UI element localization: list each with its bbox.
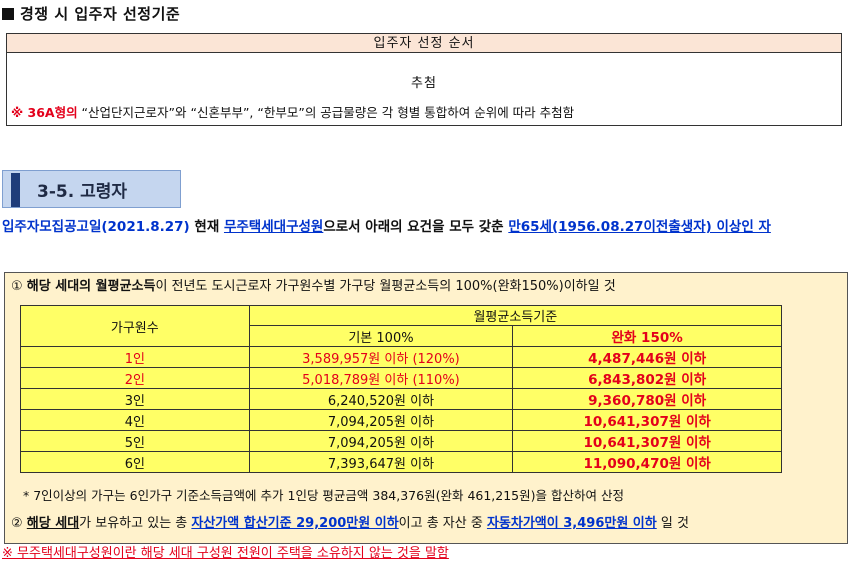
condition-2-prefix: ②	[11, 516, 27, 531]
household-cell: 6인	[20, 451, 250, 473]
condition-2-bold: 해당 세대	[26, 516, 80, 531]
table-row: 3인 6,240,520원 이하 9,360,780원 이하	[20, 388, 782, 410]
square-bullet-icon	[2, 8, 14, 20]
footnote: ※ 무주택세대구성원이란 해당 세대 구성원 전원이 주택을 소유하지 않는 것…	[2, 546, 449, 561]
header-basic: 기본 100%	[248, 325, 514, 347]
relaxed-income-cell: 11,090,470원 이하	[512, 451, 782, 473]
asset-limit: 자산가액 합산기준 29,200만원 이하	[191, 516, 399, 531]
conditions-box: ① 해당 세대의 월평균소득이 전년도 도시근로자 가구원수별 가구당 월평균소…	[4, 272, 848, 544]
table-row: 4인 7,094,205원 이하 10,641,307원 이하	[20, 409, 782, 431]
household-cell: 3인	[20, 388, 250, 410]
homeless-household-link: 무주택세대구성원	[223, 219, 324, 235]
household-cell: 5인	[20, 430, 250, 452]
section-tab: 3-5. 고령자	[2, 170, 181, 208]
basic-income-cell: 3,589,957원 이하 (120%)	[248, 346, 514, 368]
basic-income-cell: 6,240,520원 이하	[248, 388, 514, 410]
selection-order-header: 입주자 선정 순서	[7, 34, 841, 53]
selection-order-box: 입주자 선정 순서 추첨 ※ 36A형의 “산업단지근로자”와 “신혼부부”, …	[6, 33, 842, 126]
income-table: 가구원수 월평균소득기준 기본 100% 완화 150% 1인 3,589,957…	[20, 305, 783, 473]
condition-2-text-1: 가 보유하고 있는 총	[79, 516, 192, 531]
basic-income-cell: 5,018,789원 이하 (110%)	[248, 367, 514, 389]
header-household: 가구원수	[20, 305, 250, 347]
eligibility-text-1: 현재	[189, 219, 224, 235]
note-7-plus: * 7인이상의 가구는 6인가구 기준소득금액에 추가 1인당 평균금액 384…	[23, 488, 624, 503]
section-title: 3-5. 고령자	[37, 182, 128, 202]
announcement-date: 입주자모집공고일(2021.8.27)	[2, 219, 190, 235]
table-header-row: 가구원수 월평균소득기준	[20, 305, 783, 347]
table-row: 1인 3,589,957원 이하 (120%) 4,487,446원 이하	[20, 346, 782, 368]
condition-1: ① 해당 세대의 월평균소득이 전년도 도시근로자 가구원수별 가구당 월평균소…	[11, 275, 616, 294]
note-text: “산업단지근로자”와 “신혼부부”, “한부모”의 공급물량은 각 형별 통합하…	[77, 105, 575, 120]
table-row: 2인 5,018,789원 이하 (110%) 6,843,802원 이하	[20, 367, 782, 389]
condition-1-prefix: ①	[11, 279, 27, 294]
header-relaxed: 완화 150%	[512, 325, 782, 347]
household-cell: 4인	[20, 409, 250, 431]
section-heading: 경쟁 시 입주자 선정기준	[2, 3, 180, 24]
basic-income-cell: 7,094,205원 이하	[248, 430, 514, 452]
relaxed-income-cell: 4,487,446원 이하	[512, 346, 782, 368]
car-value-limit: 자동차가액이 3,496만원 이하	[486, 516, 657, 531]
table-row: 6인 7,393,647원 이하 11,090,470원 이하	[20, 451, 782, 473]
relaxed-income-cell: 10,641,307원 이하	[512, 409, 782, 431]
eligibility-text: 입주자모집공고일(2021.8.27) 현재 무주택세대구성원으로서 아래의 요…	[2, 215, 848, 240]
selection-order-note: ※ 36A형의 “산업단지근로자”와 “신혼부부”, “한부모”의 공급물량은 …	[11, 102, 574, 121]
condition-2-text-2: 이고 총 자산 중	[398, 516, 487, 531]
note-prefix: ※ 36A형의	[11, 105, 78, 120]
basic-income-cell: 7,393,647원 이하	[248, 451, 514, 473]
household-cell: 1인	[20, 346, 250, 368]
selection-order-body: 추첨	[7, 72, 841, 91]
header-income-standard: 월평균소득기준	[248, 305, 783, 326]
table-row: 5인 7,094,205원 이하 10,641,307원 이하	[20, 430, 782, 452]
condition-1-text: 이 전년도 도시근로자 가구원수별 가구당 월평균소득의 100%(완화150%…	[155, 279, 616, 294]
basic-income-cell: 7,094,205원 이하	[248, 409, 514, 431]
relaxed-income-cell: 9,360,780원 이하	[512, 388, 782, 410]
household-cell: 2인	[20, 367, 250, 389]
heading-text: 경쟁 시 입주자 선정기준	[20, 5, 181, 23]
eligibility-text-2: 으로서 아래의 요건을 모두 갖춘	[323, 219, 509, 235]
selection-method: 추첨	[411, 76, 437, 91]
condition-2-text-3: 일 것	[656, 516, 689, 531]
section-tab-bar	[11, 173, 20, 207]
condition-2: ② 해당 세대가 보유하고 있는 총 자산가액 합산기준 29,200만원 이하…	[11, 512, 689, 531]
relaxed-income-cell: 10,641,307원 이하	[512, 430, 782, 452]
age-requirement: 만65세(1956.08.27이전출생자) 이상인 자	[508, 219, 771, 235]
relaxed-income-cell: 6,843,802원 이하	[512, 367, 782, 389]
condition-1-bold: 해당 세대의 월평균소득	[26, 279, 156, 294]
